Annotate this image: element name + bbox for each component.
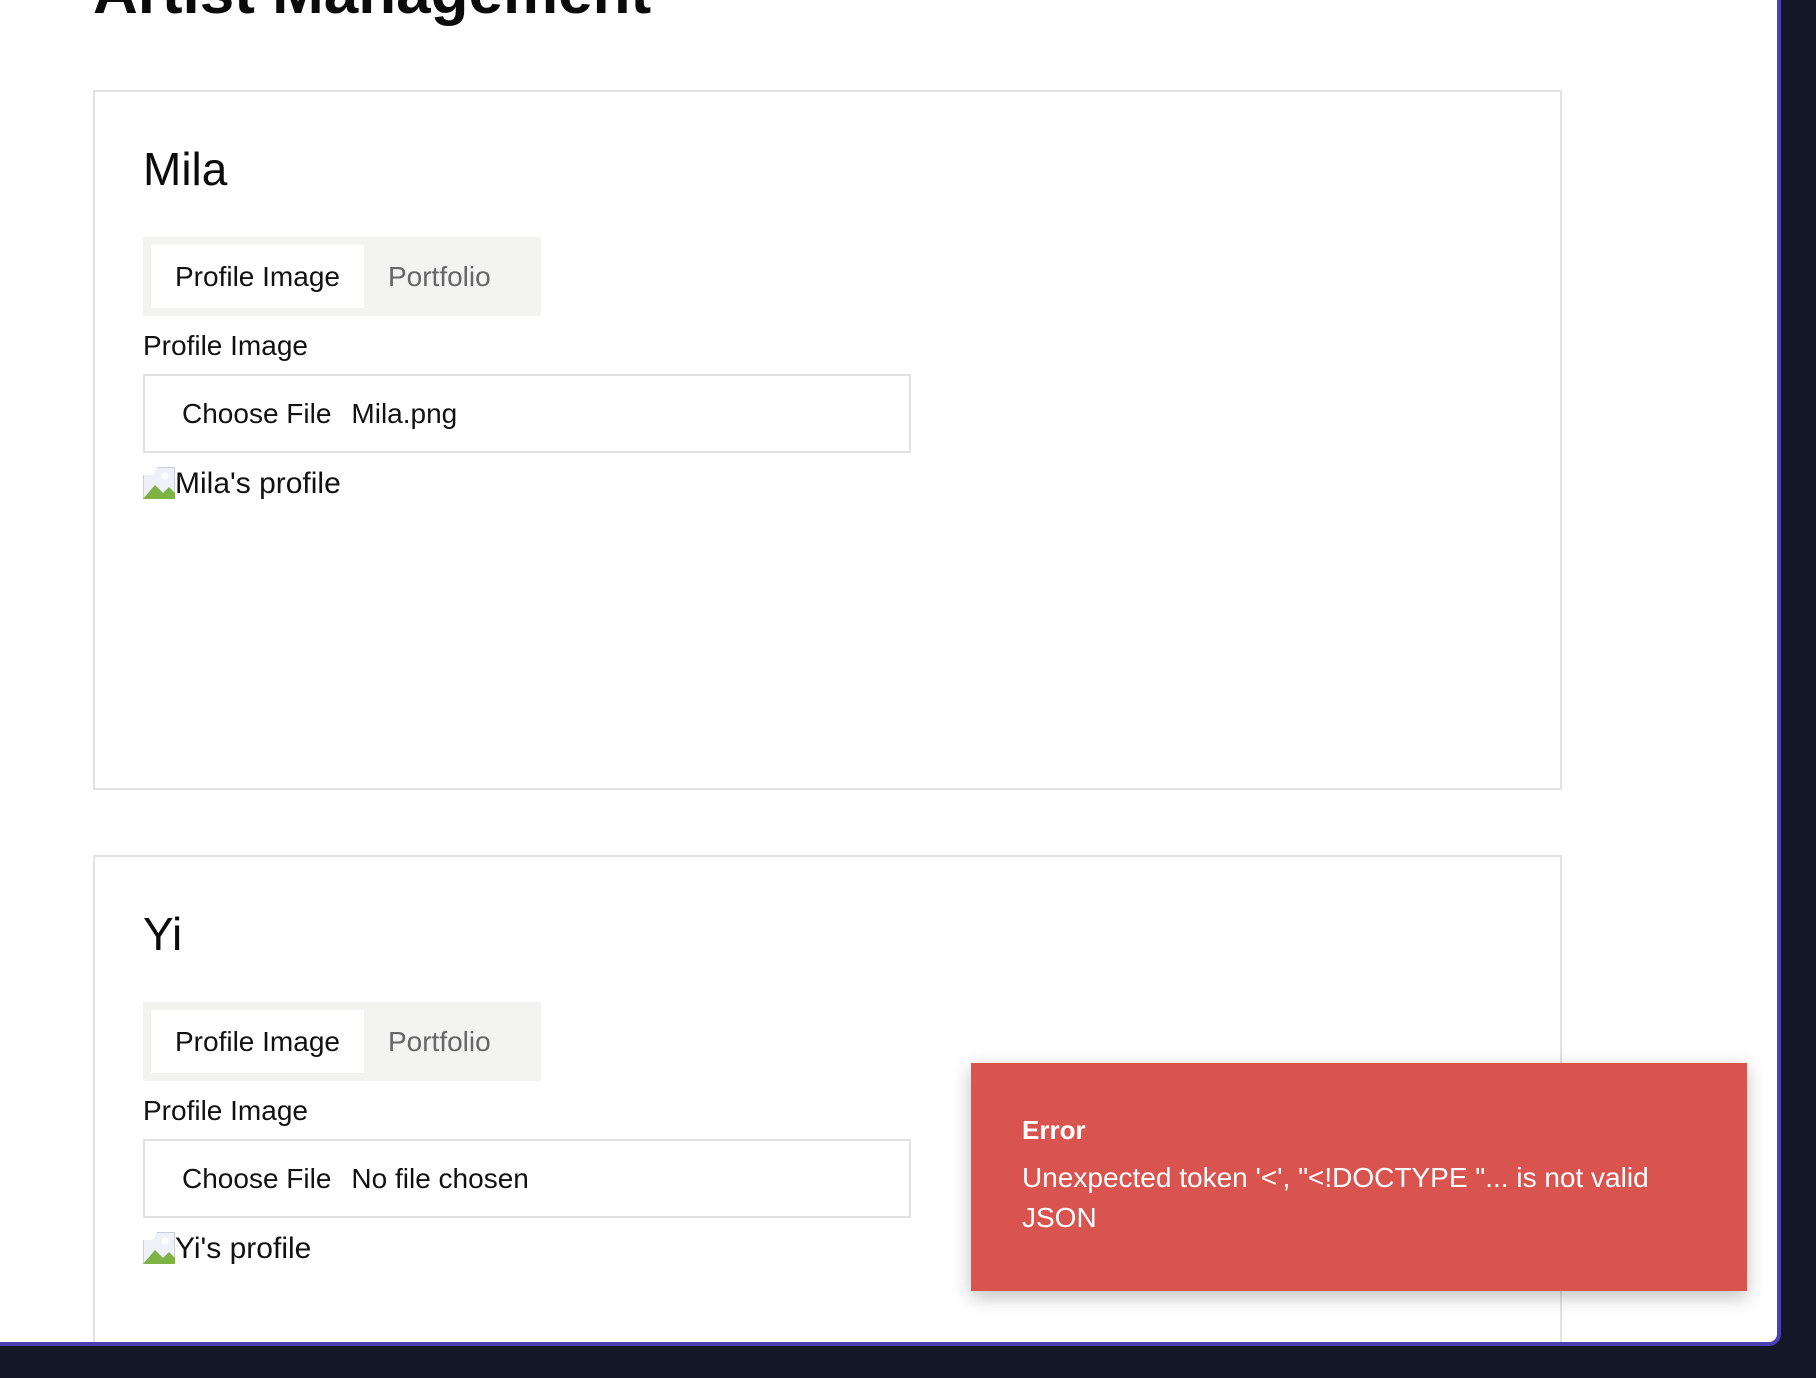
choose-file-button[interactable]: Choose File — [182, 1163, 331, 1195]
profile-image-file-input[interactable]: Choose File Mila.png — [143, 374, 911, 453]
tab-list: Profile Image Portfolio — [143, 1002, 541, 1081]
tab-portfolio[interactable]: Portfolio — [364, 245, 515, 308]
profile-image: Mila's profile — [143, 467, 341, 501]
image-alt-text: Yi's profile — [175, 1232, 312, 1265]
choose-file-button[interactable]: Choose File — [182, 398, 331, 430]
broken-image-icon — [143, 467, 175, 499]
app-window: Artist Management Mila Profile Image Por… — [0, 0, 1781, 1346]
error-toast[interactable]: Error Unexpected token '<', "<!DOCTYPE "… — [971, 1063, 1747, 1291]
profile-image-label: Profile Image — [143, 1095, 308, 1126]
profile-image: Yi's profile — [143, 1232, 311, 1266]
tab-profile-image[interactable]: Profile Image — [151, 1010, 364, 1073]
file-name: Mila.png — [351, 397, 458, 429]
tab-portfolio[interactable]: Portfolio — [364, 1010, 515, 1073]
broken-image-icon — [143, 1232, 175, 1264]
artist-name: Yi — [143, 908, 183, 960]
toast-title: Error — [1022, 1115, 1086, 1145]
profile-image-label: Profile Image — [143, 330, 308, 361]
artist-name: Mila — [143, 143, 228, 195]
image-alt-text: Mila's profile — [175, 467, 341, 500]
tab-profile-image[interactable]: Profile Image — [151, 245, 364, 308]
artist-card-mila: Mila Profile Image Portfolio Profile Ima… — [93, 90, 1562, 790]
toast-message: Unexpected token '<', "<!DOCTYPE "... is… — [1022, 1162, 1649, 1233]
page-title: Artist Management — [93, 0, 651, 24]
profile-image-file-input[interactable]: Choose File No file chosen — [143, 1139, 911, 1218]
file-name: No file chosen — [351, 1162, 529, 1194]
tab-list: Profile Image Portfolio — [143, 237, 541, 316]
